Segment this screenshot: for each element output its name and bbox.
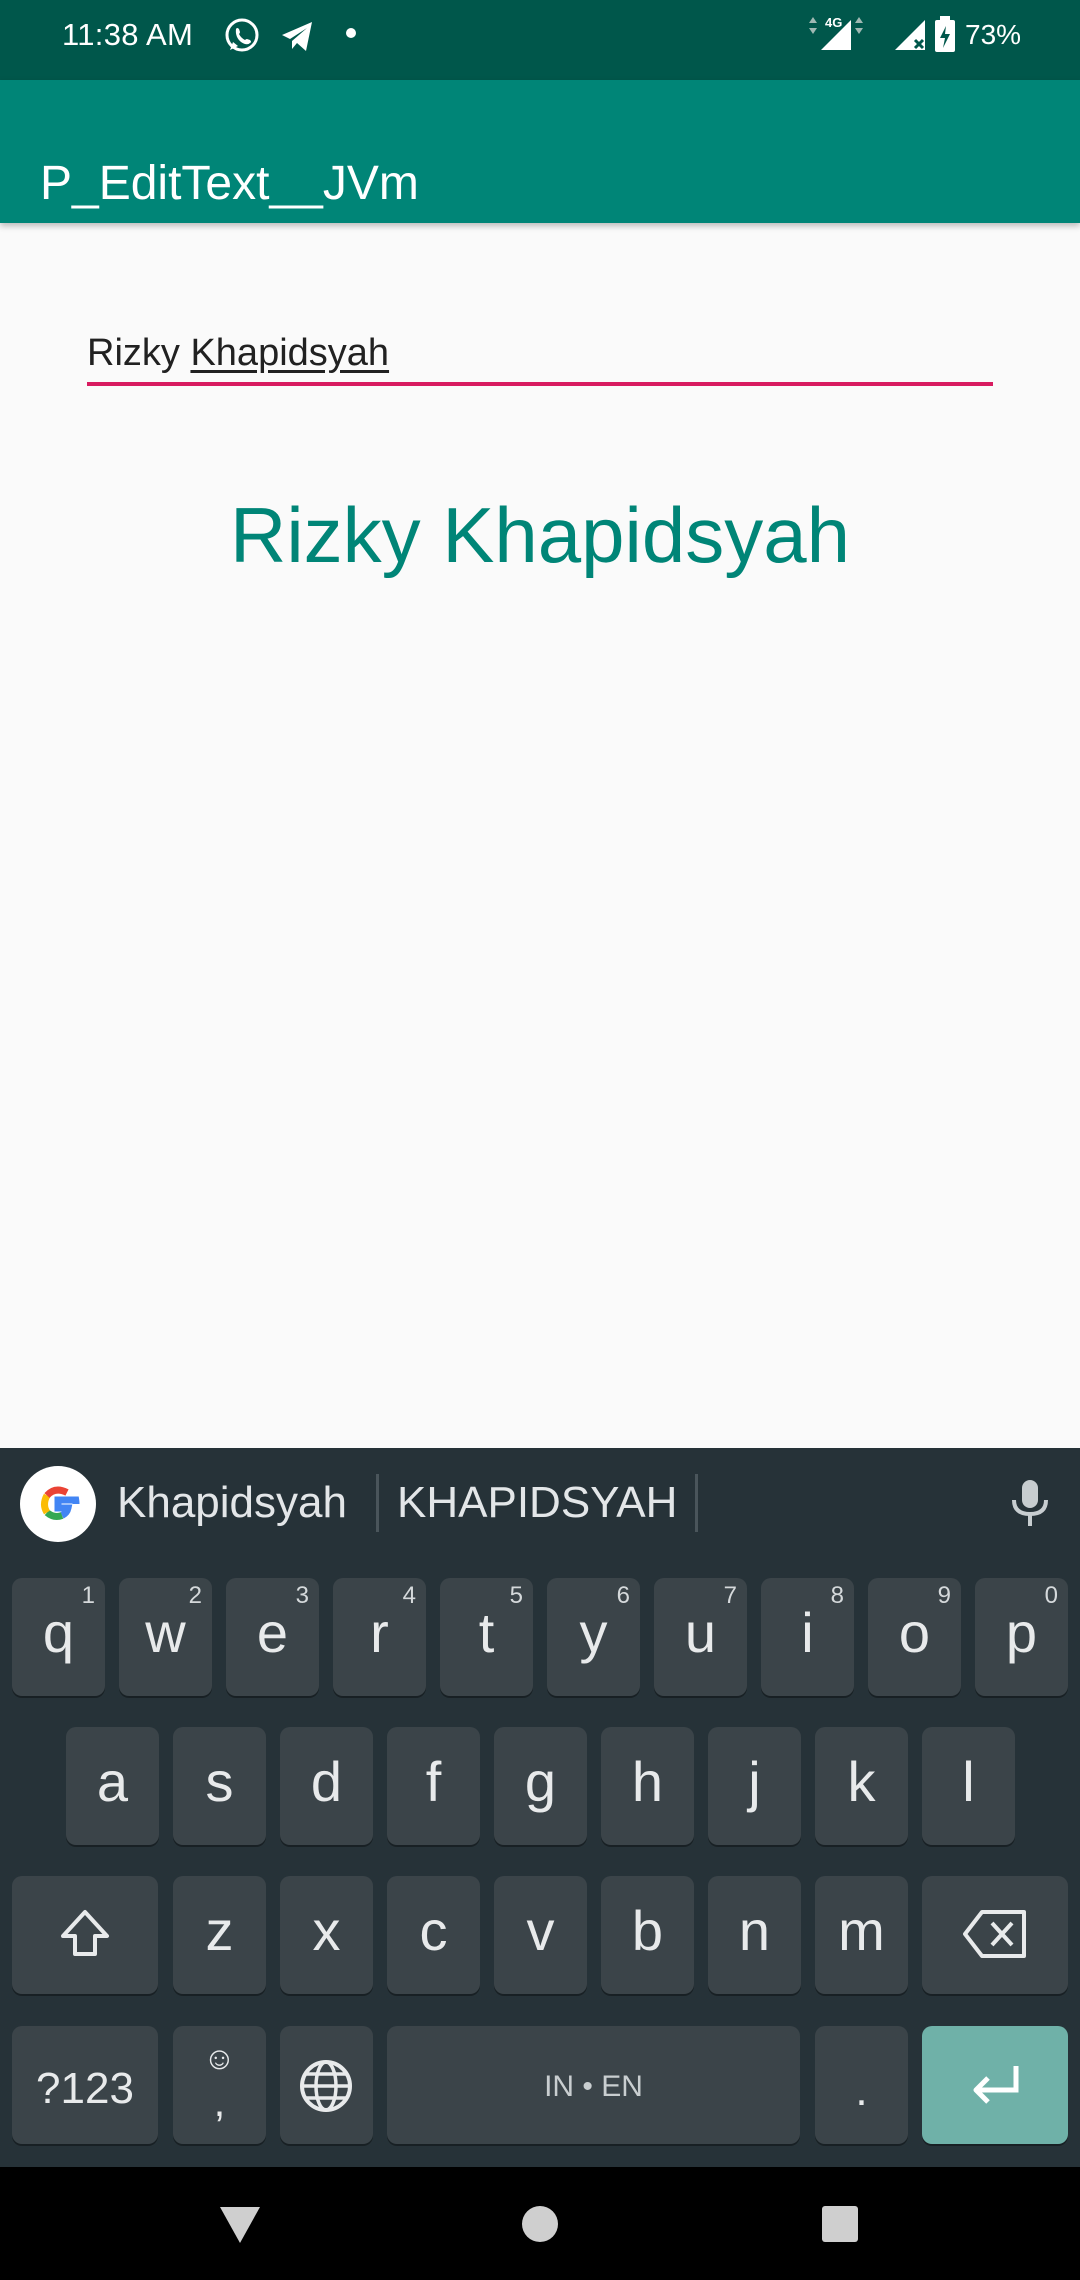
back-icon[interactable] xyxy=(218,2205,262,2250)
key-q[interactable]: 1q xyxy=(12,1578,105,1696)
suggestion-divider xyxy=(376,1474,379,1532)
edit-text-value[interactable]: Rizky Khapidsyah xyxy=(87,332,389,375)
key-l[interactable]: l xyxy=(922,1727,1015,1845)
key-m[interactable]: m xyxy=(815,1876,908,1994)
key-s[interactable]: s xyxy=(173,1727,266,1845)
google-g-icon[interactable] xyxy=(20,1466,96,1542)
status-bar: 11:38 AM 4G 73% xyxy=(0,0,1080,80)
battery-icon xyxy=(934,14,956,59)
dot-icon xyxy=(346,28,356,38)
key-x[interactable]: x xyxy=(280,1876,373,1994)
key-h[interactable]: h xyxy=(601,1727,694,1845)
status-time: 11:38 AM xyxy=(62,17,194,52)
key-t[interactable]: 5t xyxy=(440,1578,533,1696)
key-o[interactable]: 9o xyxy=(868,1578,961,1696)
key-w[interactable]: 2w xyxy=(119,1578,212,1696)
key-k[interactable]: k xyxy=(815,1727,908,1845)
key-p[interactable]: 0p xyxy=(975,1578,1068,1696)
key-a[interactable]: a xyxy=(66,1727,159,1845)
suggestion-2[interactable]: KHAPIDSYAH xyxy=(397,1478,677,1528)
mic-icon[interactable] xyxy=(1006,1478,1054,1535)
comma-emoji-key[interactable]: ☺ , xyxy=(173,2026,266,2144)
recents-icon[interactable] xyxy=(822,2205,858,2248)
key-e[interactable]: 3e xyxy=(226,1578,319,1696)
key-g[interactable]: g xyxy=(494,1727,587,1845)
enter-icon xyxy=(968,2060,1024,2115)
svg-text:4G: 4G xyxy=(825,15,842,30)
soft-keyboard: Khapidsyah KHAPIDSYAH 1q 2w 3e 4r 5t 6y … xyxy=(0,1448,1080,2167)
suggestion-1[interactable]: Khapidsyah xyxy=(117,1478,347,1528)
app-title: P_EditText__JVm xyxy=(40,157,419,211)
suggestion-divider xyxy=(695,1474,698,1532)
home-icon[interactable] xyxy=(521,2205,559,2248)
app-bar: P_EditText__JVm xyxy=(0,80,1080,223)
symbols-key[interactable]: ?123 xyxy=(12,2026,158,2144)
shift-icon xyxy=(57,1906,113,1967)
4g-signal-icon: 4G xyxy=(805,14,883,59)
period-key[interactable]: . xyxy=(815,2026,908,2144)
key-v[interactable]: v xyxy=(494,1876,587,1994)
language-key[interactable] xyxy=(280,2026,373,2144)
key-i[interactable]: 8i xyxy=(761,1578,854,1696)
key-r[interactable]: 4r xyxy=(333,1578,426,1696)
edit-text-underline xyxy=(87,382,993,386)
key-j[interactable]: j xyxy=(708,1727,801,1845)
signal-no-data-icon xyxy=(893,14,929,59)
edit-text-composing: Khapidsyah xyxy=(190,332,390,374)
telegram-icon xyxy=(278,16,318,61)
comma-label: , xyxy=(213,2078,226,2125)
key-y[interactable]: 6y xyxy=(547,1578,640,1696)
backspace-icon xyxy=(962,1908,1028,1965)
enter-key[interactable] xyxy=(922,2026,1068,2144)
backspace-key[interactable] xyxy=(922,1876,1068,1994)
navigation-bar xyxy=(0,2167,1080,2280)
key-z[interactable]: z xyxy=(173,1876,266,1994)
globe-icon xyxy=(298,2058,354,2119)
suggestion-strip: Khapidsyah KHAPIDSYAH xyxy=(0,1448,1080,1560)
key-b[interactable]: b xyxy=(601,1876,694,1994)
key-c[interactable]: c xyxy=(387,1876,480,1994)
shift-key[interactable] xyxy=(12,1876,158,1994)
battery-percentage: 73% xyxy=(965,19,1022,50)
key-f[interactable]: f xyxy=(387,1727,480,1845)
emoji-icon: ☺ xyxy=(203,2040,236,2076)
edit-text-plain: Rizky xyxy=(87,332,191,374)
key-n[interactable]: n xyxy=(708,1876,801,1994)
display-text-view: Rizky Khapidsyah xyxy=(230,491,850,579)
space-key[interactable]: IN • EN xyxy=(387,2026,800,2144)
key-u[interactable]: 7u xyxy=(654,1578,747,1696)
key-d[interactable]: d xyxy=(280,1727,373,1845)
name-edit-text[interactable]: Rizky Khapidsyah xyxy=(87,318,993,390)
whatsapp-icon xyxy=(222,16,262,61)
